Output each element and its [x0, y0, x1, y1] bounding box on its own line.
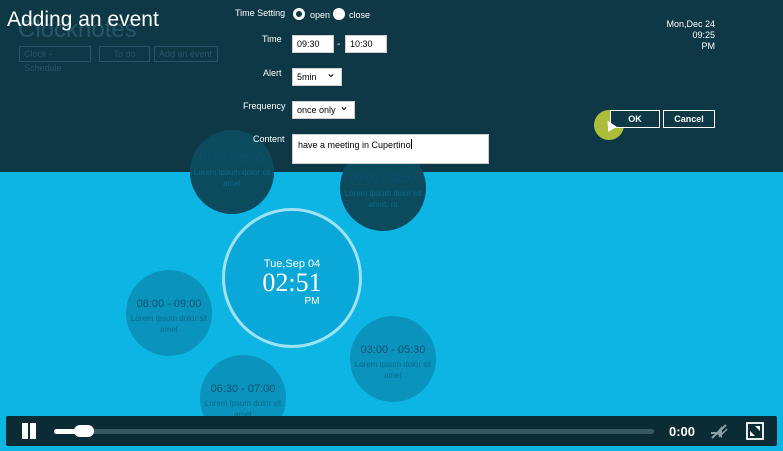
fullscreen-icon[interactable] — [746, 422, 764, 440]
pause-icon-bar — [30, 423, 36, 439]
cancel-button[interactable]: Cancel — [663, 110, 715, 128]
datetime-ampm: PM — [701, 41, 716, 51]
schedule-time: 06:30 - 07:00 — [210, 383, 276, 395]
content-input[interactable]: have a meeting in Cupertino — [292, 134, 489, 164]
video-player-bar: 0:00 — [6, 416, 777, 446]
pause-button[interactable] — [20, 423, 38, 439]
time-separator: - — [337, 39, 341, 50]
schedule-time: 00:00 - 03:00 — [350, 173, 416, 185]
clock-ampm: PM — [304, 296, 320, 307]
schedule-desc: Lorem ipsum dolor sit amet — [354, 360, 432, 380]
clock-time: 02:51 — [262, 268, 322, 297]
schedule-time: 07:45 - 08:45 — [199, 152, 265, 164]
alert-value: 5min — [297, 72, 317, 82]
radio-close[interactable] — [333, 8, 345, 20]
radio-open-label[interactable]: open — [310, 10, 330, 20]
ok-button[interactable]: OK — [610, 110, 660, 128]
frequency-select[interactable]: once only — [292, 98, 355, 119]
datetime-date: Mon,Dec 24 — [666, 19, 715, 29]
dialog-title: Adding an event — [7, 8, 159, 31]
time-start-field[interactable]: 09:30 — [292, 35, 334, 53]
radio-open[interactable] — [293, 8, 305, 20]
schedule-time: 08:00 - 09:00 — [136, 298, 202, 310]
content-label: Content — [253, 134, 285, 144]
schedule-desc: Lorem ipsum dolor sit amet — [193, 168, 271, 188]
datetime-time: 09:25 — [692, 30, 715, 40]
radio-close-label[interactable]: close — [349, 10, 370, 20]
current-datetime: Mon,Dec 24 09:25 PM — [666, 19, 715, 52]
frequency-value: once only — [297, 105, 336, 115]
alert-select[interactable]: 5min — [292, 65, 342, 86]
time-end-field[interactable]: 10:30 — [345, 35, 387, 53]
mute-icon[interactable] — [710, 423, 728, 439]
schedule-bubble: 08:00 - 09:00 Lorem ipsum dolor sit amet — [126, 270, 212, 356]
alert-label: Alert — [263, 68, 282, 78]
tab-to-do: To do — [99, 46, 150, 62]
content-text: have a meeting in Cupertino — [298, 140, 411, 150]
elapsed-time: 0:00 — [669, 424, 696, 439]
frequency-label: Frequency — [243, 101, 286, 111]
tab-clock-schedule: Clock - Schedule — [19, 46, 91, 73]
time-label: Time — [262, 34, 282, 44]
clock-face: Tue,Sep 04 02:51 PM — [222, 208, 362, 348]
progress-knob[interactable] — [74, 425, 94, 437]
schedule-desc: Lorem ipsum dolor sit amet — [130, 314, 208, 334]
schedule-desc: Lorem ipsum dolor sit amet, nt — [344, 189, 422, 209]
text-caret — [410, 139, 412, 149]
pause-icon — [22, 423, 28, 439]
schedule-time: 03:00 - 05:30 — [360, 344, 426, 356]
time-setting-label: Time Setting — [235, 8, 286, 18]
progress-track[interactable] — [54, 425, 654, 437]
schedule-bubble: 03:00 - 05:30 Lorem ipsum dolor sit amet — [350, 316, 436, 402]
tab-add-event: Add an event — [154, 46, 218, 62]
